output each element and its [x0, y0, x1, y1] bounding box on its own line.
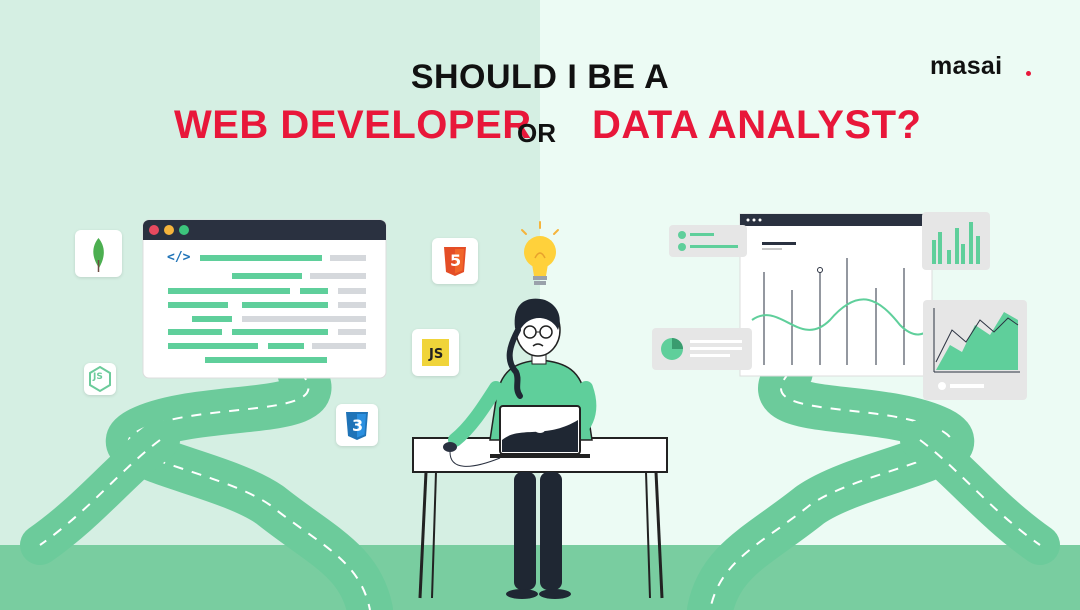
javascript-badge-text: JS [429, 347, 444, 362]
pie-chart-card [652, 328, 752, 370]
masai-logo: masai [930, 52, 1003, 80]
css3-badge-text: 3 [352, 416, 364, 435]
option-data-analyst: DATA ANALYST? [592, 103, 922, 147]
javascript-icon: JS [412, 329, 459, 376]
html5-icon: 5 [432, 238, 478, 284]
headline-question: SHOULD I BE A [410, 58, 670, 96]
code-editor-window [142, 219, 387, 379]
banner: SHOULD I BE A WEB DEVELOPER OR DATA ANAL… [0, 0, 1080, 610]
connector-or: OR [517, 118, 556, 148]
masai-logo-dot [1026, 71, 1031, 76]
legend-card [669, 225, 747, 257]
laptop [490, 405, 590, 458]
css3-icon: 3 [336, 404, 378, 446]
right-road [687, 349, 1060, 610]
lightbulb-icon [521, 221, 559, 285]
nodejs-badge-text: JS [93, 372, 103, 382]
area-chart-card [923, 300, 1027, 400]
left-road [20, 349, 393, 610]
bar-chart-card [922, 212, 990, 270]
option-web-developer: WEB DEVELOPER [174, 103, 532, 147]
html5-badge-text: 5 [450, 251, 462, 270]
nodejs-icon: JS [84, 363, 116, 395]
mongodb-icon [75, 230, 122, 277]
code-tag-icon: </> [167, 250, 191, 265]
analytics-dashboard [739, 213, 936, 377]
